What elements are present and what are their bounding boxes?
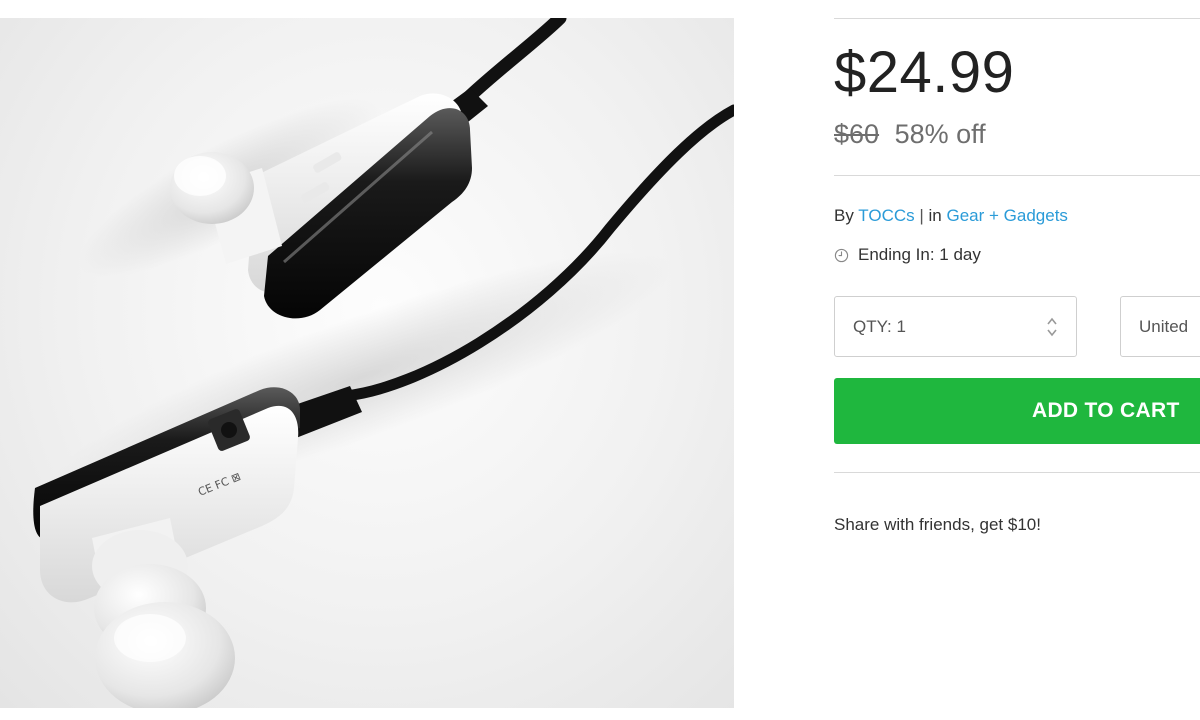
share-promo-text: Share with friends, get $10! <box>834 515 1041 534</box>
country-label: United <box>1139 316 1189 336</box>
vendor-link[interactable]: TOCCs <box>858 206 914 225</box>
cart-divider <box>834 472 1200 473</box>
quantity-label: QTY: 1 <box>853 316 906 336</box>
category-link[interactable]: Gear + Gadgets <box>946 206 1067 225</box>
quantity-select[interactable]: QTY: 1 <box>834 296 1077 357</box>
discount-row: $60 58% off <box>834 117 986 151</box>
by-label: By <box>834 206 854 225</box>
meta-separator: | <box>919 206 924 225</box>
in-label: in <box>928 206 942 225</box>
product-photo: CE FC ⊠ <box>0 18 734 708</box>
discount-percent: 58% off <box>894 119 986 149</box>
select-arrows-icon <box>1047 317 1057 336</box>
current-price: $24.99 <box>834 40 1015 105</box>
add-to-cart-button[interactable]: ADD TO CART <box>834 378 1200 444</box>
vendor-category-row: By TOCCs | in Gear + Gadgets <box>834 204 1068 228</box>
ending-row: Ending In: 1 day <box>834 243 981 267</box>
clock-icon <box>834 248 849 262</box>
product-page: CE FC ⊠ $24.99 $60 58% off By TOCCs | in… <box>0 0 1200 720</box>
original-price: $60 <box>834 119 880 149</box>
earbuds-illustration: CE FC ⊠ <box>33 18 734 708</box>
top-divider <box>834 18 1200 19</box>
price-divider <box>834 175 1200 176</box>
country-select[interactable]: United <box>1120 296 1200 357</box>
ending-text: Ending In: 1 day <box>858 245 981 264</box>
